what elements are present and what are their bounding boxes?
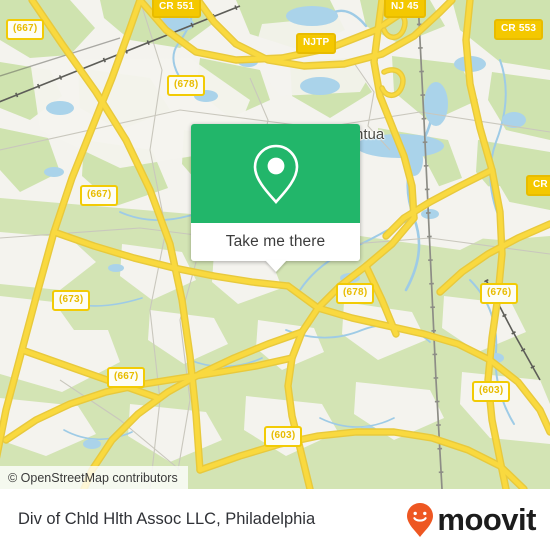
page-title: Div of Chld Hlth Assoc LLC, Philadelphia [18,510,316,528]
moovit-smiley-pin-icon [407,502,434,537]
road-shield-678-s[interactable]: (678) [336,283,375,304]
road-shield-667-sw[interactable]: (667) [107,367,146,388]
road-shield-603-s[interactable]: (603) [264,426,303,447]
popup-pointer-tail [264,260,287,272]
road-shield-676[interactable]: (676) [480,283,519,304]
location-popup-card[interactable]: Take me there [191,124,360,272]
road-shield-njtp[interactable]: NJTP [296,33,337,54]
popup-action-bar[interactable]: Take me there [191,223,360,261]
moovit-wordmark: moovit [437,502,536,537]
road-shield-nj-45[interactable]: NJ 45 [384,0,426,18]
road-shield-603-e[interactable]: (603) [472,381,511,402]
road-shield-667-w[interactable]: (667) [80,185,119,206]
road-shield-cr-east[interactable]: CR [526,175,550,196]
road-shield-667-nw[interactable]: (667) [6,19,45,40]
moovit-logo[interactable]: moovit [405,502,536,538]
road-shield-673[interactable]: (673) [52,290,91,311]
map-attribution[interactable]: © OpenStreetMap contributors [0,466,188,489]
map-viewport[interactable]: ntua (667) CR 551 NJTP NJ 45 CR 553 (678… [0,0,550,489]
location-pin-icon [253,144,298,204]
take-me-there-label: Take me there [225,233,326,250]
attribution-text: © OpenStreetMap contributors [8,470,178,485]
road-shield-cr-551[interactable]: CR 551 [152,0,202,18]
moovit-map-screenshot: ntua (667) CR 551 NJTP NJ 45 CR 553 (678… [0,0,550,550]
road-shield-cr-553[interactable]: CR 553 [494,19,544,40]
road-shield-678-n[interactable]: (678) [167,75,206,96]
popup-pin-panel [191,124,360,223]
footer-bar: Div of Chld Hlth Assoc LLC, Philadelphia… [0,489,550,550]
